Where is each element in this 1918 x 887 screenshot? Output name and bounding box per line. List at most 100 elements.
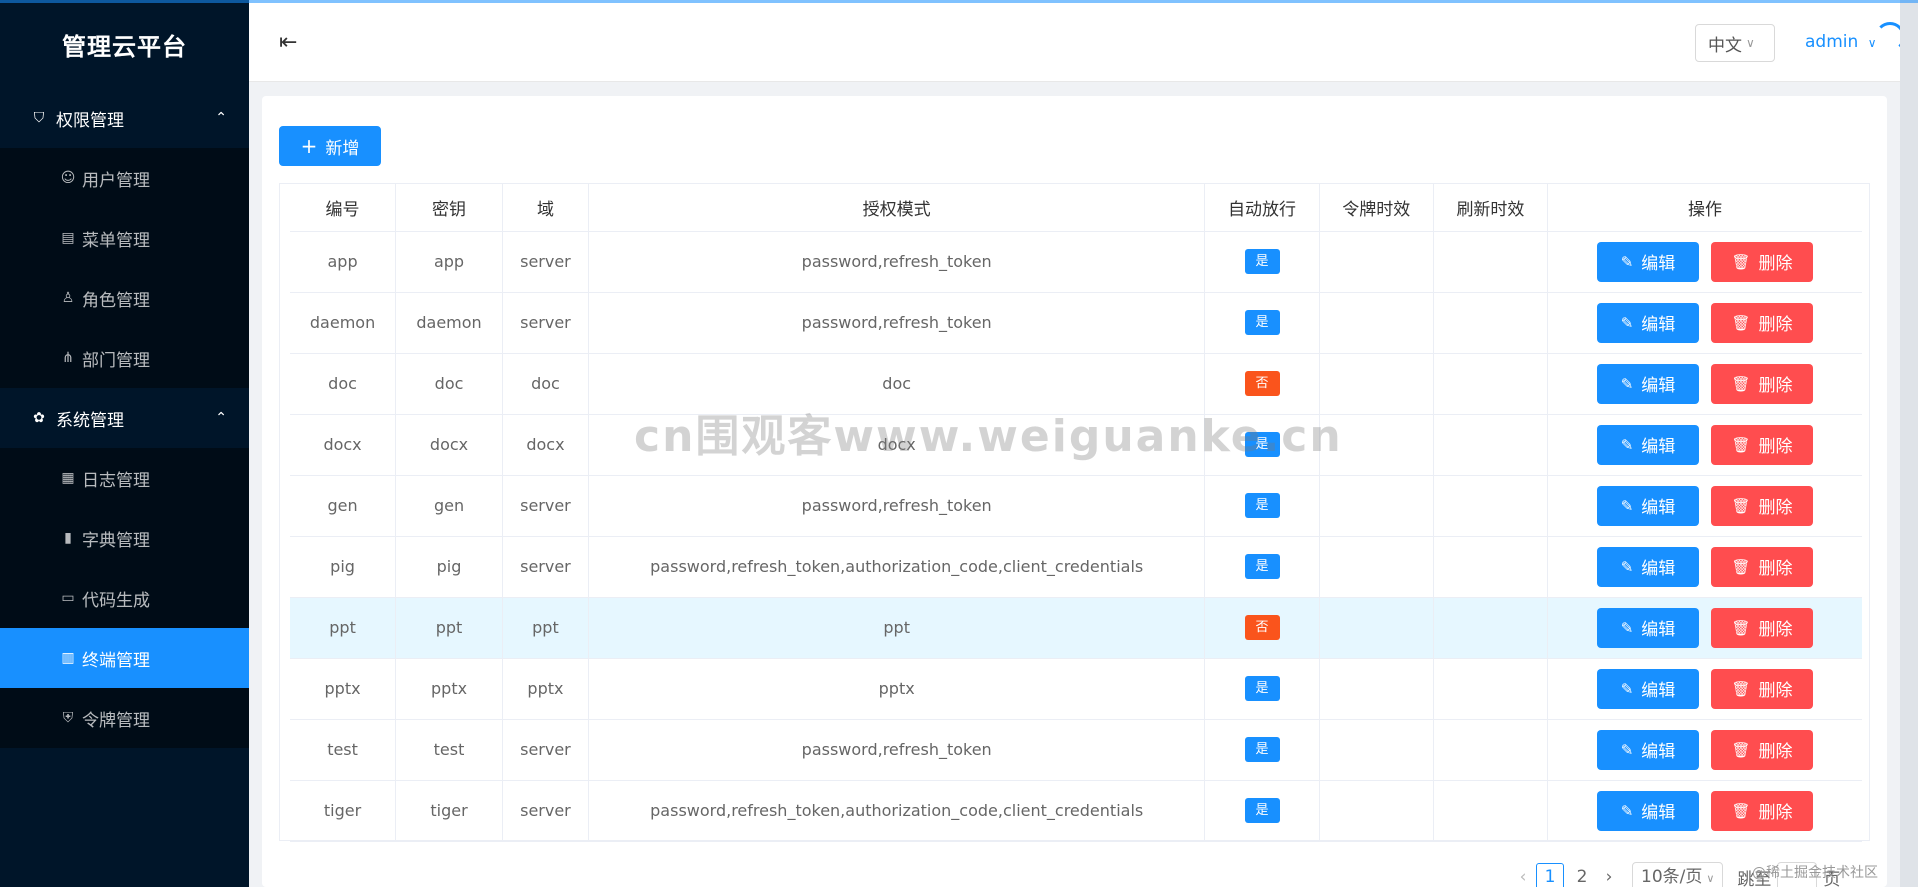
book-icon: ▮ [64, 530, 72, 546]
table-row[interactable]: gen gen server password,refresh_token 是 ✎ 编辑 🗑 删… [290, 475, 1862, 537]
page-number[interactable]: 2 [1568, 863, 1596, 887]
page-list: 12 [1534, 863, 1598, 887]
role-icon: ♙ [61, 290, 75, 306]
cell-id: pig [290, 536, 397, 598]
cell-scope: server [502, 780, 589, 842]
shield-icon: ⛉ [33, 110, 45, 126]
sidebar-item-label: 令牌管理 [82, 710, 150, 731]
delete-button[interactable]: 🗑 删除 [1711, 424, 1814, 465]
column-header: 刷新时效 [1433, 184, 1549, 232]
sidebar-item[interactable]: ▭ 代码生成 [0, 568, 249, 628]
sidebar-item[interactable]: ▥ 终端管理 [0, 628, 249, 688]
trash-icon: 🗑 [1731, 313, 1751, 332]
cell-token-ttl [1319, 658, 1434, 720]
cell-secret: tiger [395, 780, 503, 842]
delete-button[interactable]: 🗑 删除 [1711, 302, 1814, 343]
page-number[interactable]: 1 [1536, 863, 1564, 887]
delete-button[interactable]: 🗑 删除 [1711, 241, 1814, 282]
edit-icon: ✎ [1620, 435, 1634, 454]
column-header: 自动放行 [1204, 184, 1320, 232]
sidebar-item-label: 部门管理 [82, 350, 150, 371]
menu-fold-icon[interactable]: ⇤ [279, 30, 297, 55]
sidebar-group[interactable]: ✿ 系统管理 ⌃ [0, 388, 249, 448]
sidebar: 管理云平台 ⛉ 权限管理 ⌃ ☺ 用户管理 ▤ 菜单管理 ♙ 角色管理 ⋔ 部门管理 ✿ 系统管理 ⌃ ▦ 日… [0, 0, 249, 887]
add-button-label: 新增 [325, 138, 360, 159]
page-size-select[interactable]: 10条/页 ∨ [1632, 862, 1724, 887]
delete-button[interactable]: 🗑 删除 [1711, 790, 1814, 831]
edit-button[interactable]: ✎ 编辑 [1597, 485, 1700, 526]
edit-icon: ✎ [1620, 313, 1634, 332]
trash-icon: 🗑 [1731, 374, 1751, 393]
table-row[interactable]: ppt ppt ppt ppt 否 ✎ 编辑 🗑 删除 [290, 597, 1862, 659]
edit-button[interactable]: ✎ 编辑 [1597, 241, 1700, 282]
cell-actions: ✎ 编辑 🗑 删除 [1547, 353, 1862, 415]
delete-button[interactable]: 🗑 删除 [1711, 729, 1814, 770]
edit-label: 编辑 [1641, 315, 1676, 335]
prev-page-icon[interactable]: ‹ [1512, 867, 1534, 887]
token-shield-icon: ⛨ [62, 710, 74, 726]
sidebar-item[interactable]: ⛨ 令牌管理 [0, 688, 249, 748]
cell-token-ttl [1319, 292, 1434, 354]
delete-button[interactable]: 🗑 删除 [1711, 363, 1814, 404]
edit-button[interactable]: ✎ 编辑 [1597, 668, 1700, 709]
auto-approve-tag: 是 [1244, 310, 1280, 335]
sidebar-group[interactable]: ⛉ 权限管理 ⌃ [0, 88, 249, 148]
edit-button[interactable]: ✎ 编辑 [1597, 363, 1700, 404]
edit-button[interactable]: ✎ 编辑 [1597, 424, 1700, 465]
edit-button[interactable]: ✎ 编辑 [1597, 302, 1700, 343]
delete-button[interactable]: 🗑 删除 [1711, 546, 1814, 587]
username: admin [1805, 32, 1859, 52]
language-select[interactable]: 中文 ∨ [1695, 24, 1775, 62]
trash-icon: 🗑 [1731, 496, 1751, 515]
cell-scope: server [502, 231, 589, 293]
client-table: 编号 密钥域授权模式 自动放行 令牌时效 刷新时效 操作 app app server pass… [279, 183, 1870, 842]
auto-approve-tag: 是 [1244, 493, 1280, 518]
edit-icon: ✎ [1620, 252, 1634, 271]
next-page-icon[interactable]: › [1598, 867, 1620, 887]
sidebar-item[interactable]: ▦ 日志管理 [0, 448, 249, 508]
cell-id: pptx [290, 658, 397, 720]
loading-bar [0, 0, 1918, 3]
cell-refresh-ttl [1433, 780, 1549, 842]
edit-button[interactable]: ✎ 编辑 [1597, 790, 1700, 831]
auto-approve-tag: 否 [1244, 615, 1280, 640]
cell-actions: ✎ 编辑 🗑 删除 [1547, 658, 1862, 720]
cell-secret: gen [395, 475, 503, 537]
edit-button[interactable]: ✎ 编辑 [1597, 729, 1700, 770]
sidebar-item[interactable]: ▤ 菜单管理 [0, 208, 249, 268]
cell-grant-types: password,refresh_token,authorization_cod… [588, 536, 1206, 598]
cell-grant-types: password,refresh_token [588, 719, 1206, 781]
cell-token-ttl [1319, 597, 1434, 659]
sidebar-item[interactable]: ▮ 字典管理 [0, 508, 249, 568]
scrollbar[interactable] [1900, 0, 1918, 887]
table-row[interactable]: pig pig server password,refresh_token,autho… [290, 536, 1862, 598]
edit-button[interactable]: ✎ 编辑 [1597, 546, 1700, 587]
table-row[interactable]: app app server password,refresh_token 是 ✎ 编辑 🗑 删… [290, 231, 1862, 293]
table-row[interactable]: test test server password,refresh_token 是 ✎ 编辑… [290, 719, 1862, 781]
table-row[interactable]: daemon daemon server password,refresh_token… [290, 292, 1862, 354]
edit-button[interactable]: ✎ 编辑 [1597, 607, 1700, 648]
table-row[interactable]: pptx pptx pptx pptx 是 ✎ 编辑 🗑 删除 [290, 658, 1862, 720]
cell-actions: ✎ 编辑 🗑 删除 [1547, 536, 1862, 598]
table-row[interactable]: tiger tiger server password,refresh_token,a… [290, 780, 1862, 842]
chevron-down-icon: ∨ [1746, 36, 1755, 50]
sidebar-item[interactable]: ⋔ 部门管理 [0, 328, 249, 388]
delete-label: 删除 [1758, 803, 1793, 823]
cell-secret: docx [395, 414, 503, 476]
cell-refresh-ttl [1433, 475, 1549, 537]
edit-label: 编辑 [1641, 681, 1676, 701]
delete-button[interactable]: 🗑 删除 [1711, 607, 1814, 648]
add-button[interactable]: + 新增 [279, 126, 381, 166]
delete-button[interactable]: 🗑 删除 [1711, 668, 1814, 709]
sidebar-submenu: ▦ 日志管理 ▮ 字典管理 ▭ 代码生成 ▥ 终端管理 ⛨ 令牌管理 [0, 448, 249, 748]
delete-button[interactable]: 🗑 删除 [1711, 485, 1814, 526]
sidebar-item[interactable]: ♙ 角色管理 [0, 268, 249, 328]
cell-auto-approve: 是 [1204, 292, 1320, 354]
cell-scope: server [502, 475, 589, 537]
cell-actions: ✎ 编辑 🗑 删除 [1547, 414, 1862, 476]
edit-icon: ✎ [1620, 374, 1634, 393]
sidebar-item[interactable]: ☺ 用户管理 [0, 148, 249, 208]
cell-scope: docx [502, 414, 589, 476]
user-menu[interactable]: admin ∨ [1805, 32, 1876, 52]
table-body: app app server password,refresh_token 是 ✎ 编辑 🗑 删… [290, 231, 1862, 842]
